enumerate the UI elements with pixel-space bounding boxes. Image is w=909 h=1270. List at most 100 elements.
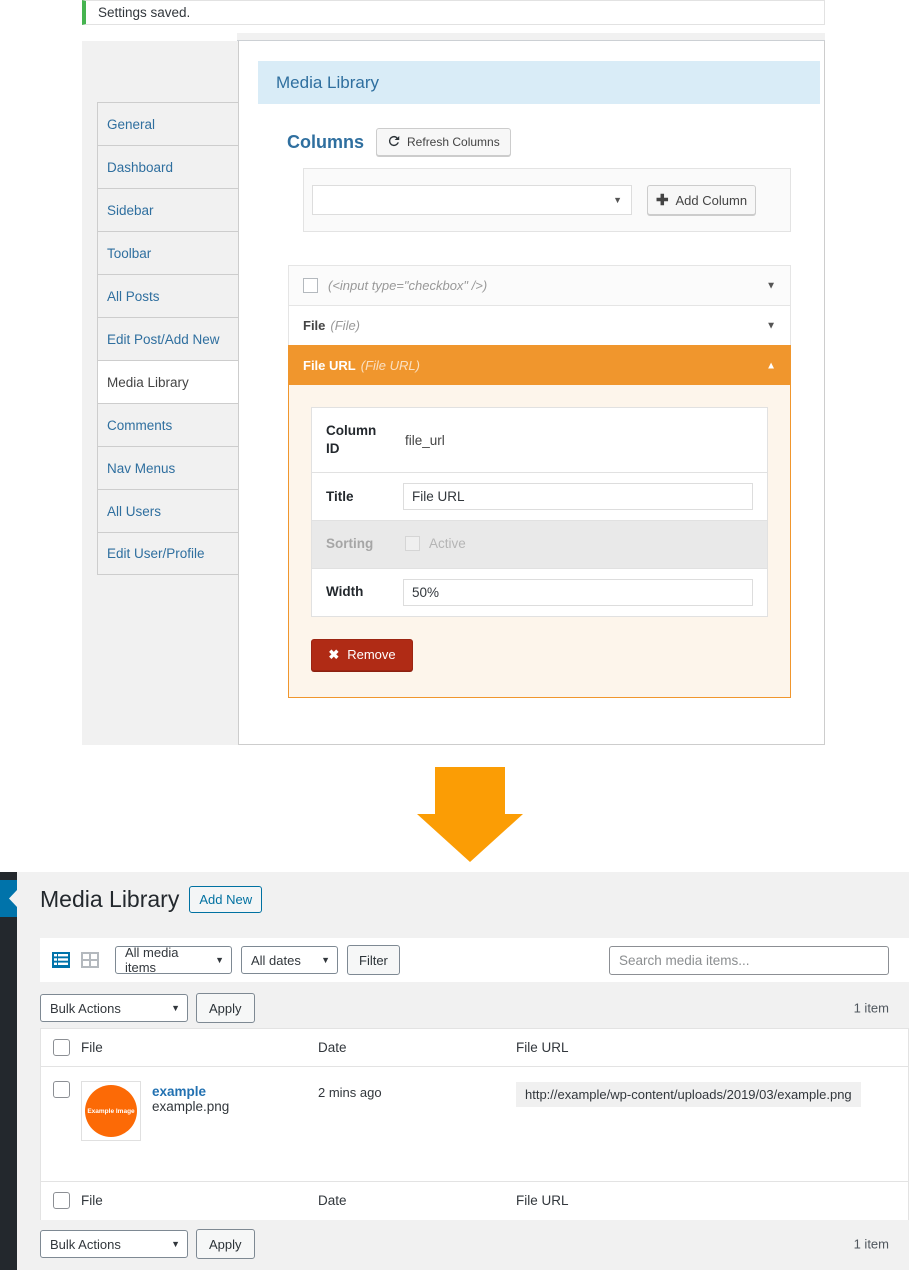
plus-icon: ✚: [655, 191, 669, 209]
columns-title: Columns: [287, 131, 365, 152]
select-all-checkbox[interactable]: [52, 1039, 70, 1056]
chevron-up-icon: ▲: [766, 360, 776, 371]
admin-menu: [0, 917, 17, 1270]
select-all-checkbox-footer[interactable]: [52, 1192, 70, 1209]
sidebar-item-comments[interactable]: Comments: [97, 403, 239, 446]
remove-button[interactable]: ✖ Remove: [311, 638, 413, 671]
settings-saved-notice: Settings saved.: [82, 0, 825, 25]
table-row: Sorting Active: [311, 520, 768, 569]
add-column-label: Add Column: [675, 192, 748, 208]
sorting-active-label: Active: [429, 535, 466, 551]
refresh-columns-label: Refresh Columns: [407, 135, 500, 149]
table-row: Example Image example example.png 2 mins…: [41, 1067, 908, 1181]
remove-label: Remove: [347, 647, 396, 663]
column-type-select[interactable]: ▼: [312, 185, 632, 215]
checkbox-icon: [405, 535, 420, 551]
width-input[interactable]: [403, 578, 753, 606]
table-row: Title: [311, 472, 768, 522]
column-header-date[interactable]: Date: [318, 1040, 516, 1055]
column-header-file[interactable]: File: [81, 1040, 318, 1055]
columns-list: (<input type="checkbox" />) ▼ File (File…: [288, 265, 791, 698]
column-header-file-url[interactable]: File URL: [516, 1040, 908, 1055]
column-footer-file-url[interactable]: File URL: [516, 1193, 908, 1208]
table-header-row: File Date File URL: [41, 1029, 908, 1067]
table-footer-row: File Date File URL: [41, 1181, 908, 1219]
sidebar-item-sidebar[interactable]: Sidebar: [97, 188, 239, 231]
add-column-button[interactable]: ✚ Add Column: [647, 185, 756, 215]
date-filter-select[interactable]: All dates ▼: [241, 946, 338, 974]
column-row-label: File URL: [303, 358, 356, 373]
chevron-down-icon: ▼: [321, 955, 330, 965]
chevron-down-icon: ▼: [215, 955, 224, 965]
width-label: Width: [326, 584, 364, 600]
sidebar-item-dashboard[interactable]: Dashboard: [97, 145, 239, 188]
sidebar-item-toolbar[interactable]: Toolbar: [97, 231, 239, 274]
thumbnail-circle: Example Image: [85, 1085, 137, 1137]
title-cell: [391, 472, 768, 522]
chevron-down-icon: ▼: [171, 1003, 180, 1013]
apply-button-bottom[interactable]: Apply: [196, 1229, 255, 1259]
column-id-value: file_url: [405, 432, 445, 448]
bulk-actions-select-top[interactable]: Bulk Actions ▼: [40, 994, 188, 1022]
column-footer-date[interactable]: Date: [318, 1193, 516, 1208]
item-count-top: 1 item: [853, 1000, 889, 1016]
file-cell: Example Image example example.png: [81, 1081, 318, 1141]
column-row-checkbox[interactable]: (<input type="checkbox" />) ▼: [288, 265, 791, 305]
apply-label: Apply: [209, 1000, 242, 1016]
media-item-filename: example.png: [152, 1099, 230, 1114]
nav-label: Edit User/Profile: [107, 546, 205, 561]
nav-label: Toolbar: [107, 245, 152, 261]
nav-label: Nav Menus: [107, 460, 176, 476]
title-input[interactable]: [403, 483, 753, 511]
row-select-cell: [41, 1081, 81, 1098]
nav-label: Comments: [107, 417, 173, 433]
bulk-actions-value: Bulk Actions: [50, 1000, 121, 1016]
nav-label: General: [107, 116, 156, 132]
sidebar-item-edit-user-profile[interactable]: Edit User/Profile: [97, 532, 239, 575]
add-new-button[interactable]: Add New: [189, 886, 263, 913]
table-row: Column ID file_url: [311, 407, 768, 474]
table-row: Width: [312, 568, 768, 616]
sidebar-item-all-posts[interactable]: All Posts: [97, 274, 239, 317]
bulk-actions-select-bottom[interactable]: Bulk Actions ▼: [40, 1230, 188, 1258]
sidebar-item-all-users[interactable]: All Users: [97, 489, 239, 532]
search-input[interactable]: [609, 946, 889, 975]
bulk-actions-bar-top: Bulk Actions ▼ Apply 1 item: [40, 992, 909, 1024]
column-row-file[interactable]: File (File) ▼: [288, 305, 791, 345]
column-row-sub: (File): [330, 318, 361, 333]
apply-button-top[interactable]: Apply: [196, 993, 255, 1023]
collapse-menu-button[interactable]: [0, 880, 17, 917]
checkbox-icon: [303, 278, 318, 293]
nav-label: Edit Post/Add New: [107, 331, 220, 347]
row-checkbox[interactable]: [52, 1081, 70, 1098]
chevron-down-icon: ▼: [613, 195, 622, 205]
sidebar-item-edit-post-add-new[interactable]: Edit Post/Add New: [97, 317, 239, 360]
panel-banner-title: Media Library: [276, 72, 379, 92]
media-items-table: File Date File URL Example Image example…: [40, 1028, 909, 1220]
file-url-value: http://example/wp-content/uploads/2019/0…: [516, 1082, 861, 1107]
item-count-bottom: 1 item: [853, 1236, 889, 1252]
sidebar-item-nav-menus[interactable]: Nav Menus: [97, 446, 239, 489]
title-label: Title: [311, 472, 391, 522]
sidebar-item-media-library[interactable]: Media Library: [97, 360, 239, 403]
select-all-cell-footer: [41, 1192, 81, 1209]
column-footer-file[interactable]: File: [81, 1193, 318, 1208]
media-item-title-link[interactable]: example: [152, 1084, 229, 1099]
settings-nav-list: General Dashboard Sidebar Toolbar All Po…: [97, 102, 239, 575]
media-type-filter-value: All media items: [125, 945, 179, 975]
grid-view-icon[interactable]: [80, 950, 100, 970]
list-view-icon[interactable]: [51, 950, 71, 970]
column-row-label: File: [303, 318, 326, 333]
column-row-file-url[interactable]: File URL (File URL) ▲: [288, 345, 791, 385]
admin-bar: [0, 872, 17, 880]
add-new-label: Add New: [199, 892, 253, 907]
sorting-label: Sorting: [311, 520, 391, 569]
refresh-columns-button[interactable]: Refresh Columns: [376, 128, 511, 156]
media-type-filter-select[interactable]: All media items ▼: [115, 945, 232, 975]
sidebar-item-general[interactable]: General: [97, 102, 239, 145]
filter-button[interactable]: Filter: [347, 945, 400, 975]
thumbnail[interactable]: Example Image: [81, 1081, 141, 1141]
admin-sidebar-rail: [0, 872, 17, 1270]
column-row-sub: (<input type="checkbox" />): [328, 278, 488, 293]
nav-label: Media Library: [107, 374, 189, 390]
